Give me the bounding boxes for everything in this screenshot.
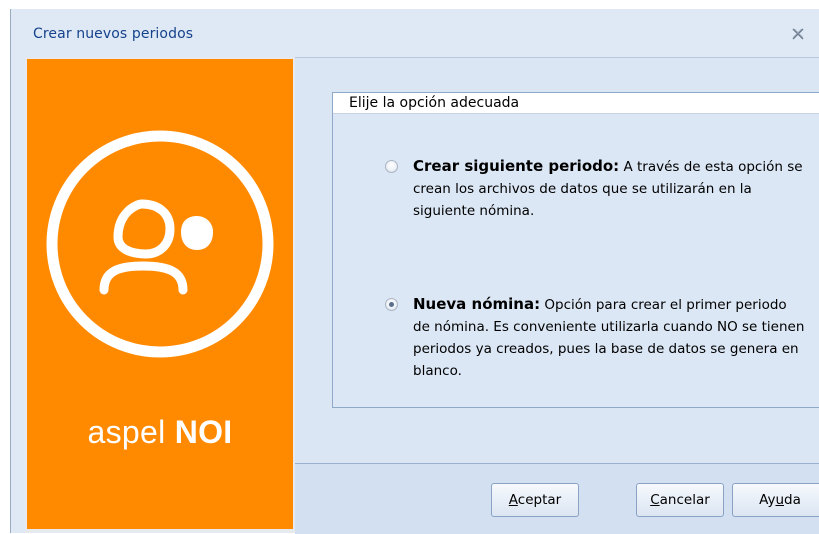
help-label-start: Ay [759, 492, 776, 508]
brand-product: NOI [174, 414, 233, 450]
brand-background: aspel NOI [27, 59, 293, 529]
option-title: Nueva nómina: [413, 295, 541, 313]
radio-nueva-nomina[interactable] [385, 298, 398, 311]
cancel-label: ancelar [659, 492, 710, 508]
window-title: Crear nuevos periodos [33, 26, 194, 42]
help-label-end: da [784, 492, 801, 508]
brand-prefix: aspel [87, 414, 166, 450]
title-bar: Crear nuevos periodos [11, 9, 819, 55]
group-title: Elije la opción adecuada [349, 95, 520, 111]
user-group-icon [46, 130, 274, 358]
cancel-button[interactable]: Cancelar [636, 483, 724, 517]
content-area: Elije la opción adecuada Crear siguiente… [295, 57, 819, 463]
close-icon[interactable] [789, 25, 807, 43]
options-group: Elije la opción adecuada Crear siguiente… [332, 92, 819, 408]
option-title: Crear siguiente periodo: [413, 157, 620, 175]
accept-mnemonic: A [508, 492, 518, 508]
help-button[interactable]: Ayuda [732, 483, 819, 517]
group-header: Elije la opción adecuada [333, 93, 819, 114]
option-text: Nueva nómina: Opción para crear el prime… [385, 293, 805, 382]
branding-panel: aspel NOI [25, 57, 295, 533]
accept-label: ceptar [517, 492, 562, 508]
help-mnemonic: u [775, 492, 785, 508]
option-text: Crear siguiente periodo: A través de est… [385, 155, 805, 222]
option-nueva-nomina[interactable]: Nueva nómina: Opción para crear el prime… [385, 293, 805, 382]
cancel-mnemonic: C [650, 492, 660, 508]
radio-crear-siguiente-periodo[interactable] [385, 160, 398, 173]
option-crear-siguiente-periodo[interactable]: Crear siguiente periodo: A través de est… [385, 155, 805, 222]
brand-name: aspel NOI [27, 414, 293, 451]
accept-button[interactable]: Aceptar [491, 483, 579, 517]
button-bar: Aceptar Cancelar Ayuda [295, 463, 819, 534]
dialog-window: Crear nuevos periodos aspel NOI Elije la… [10, 9, 819, 534]
